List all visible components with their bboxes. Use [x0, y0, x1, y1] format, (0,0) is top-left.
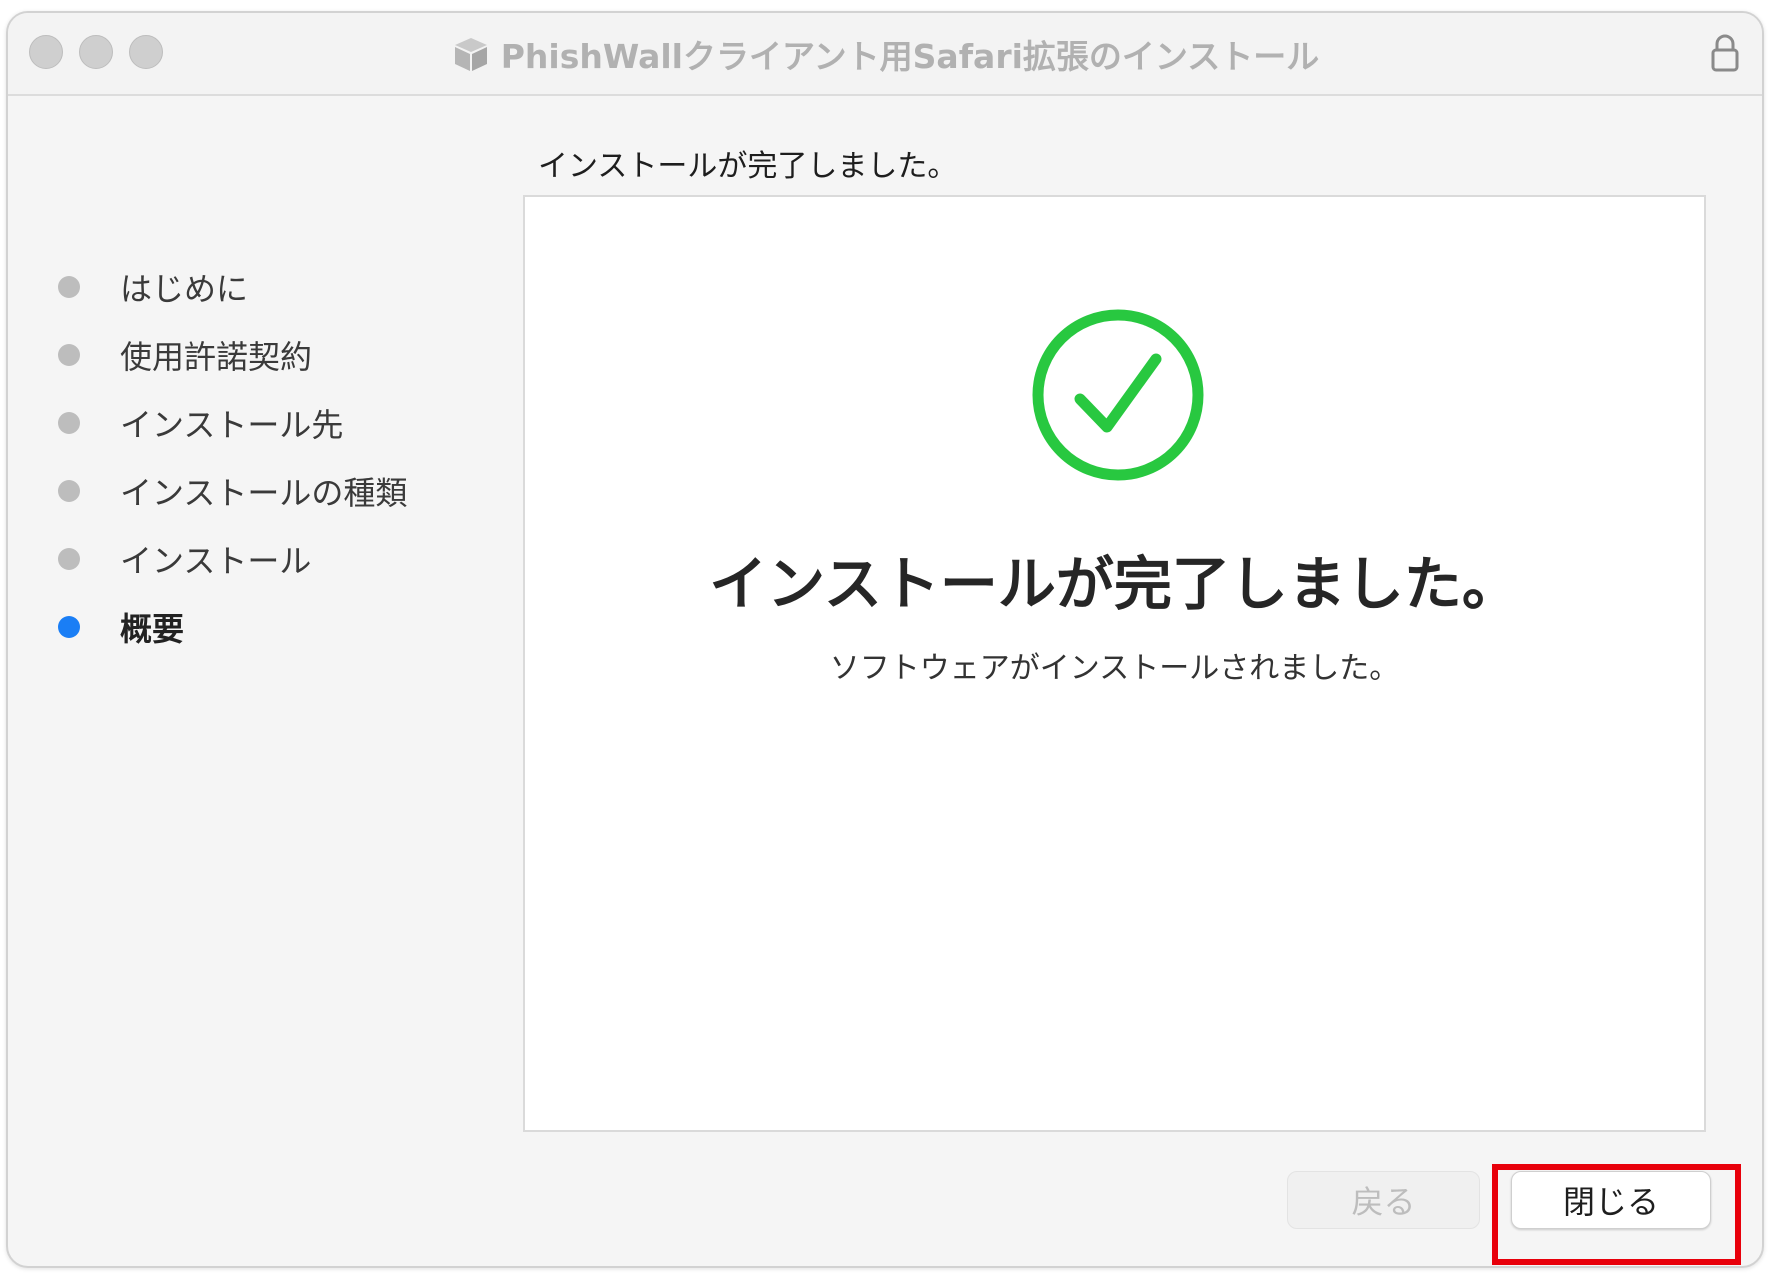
- completion-submessage: ソフトウェアがインストールされました。: [829, 651, 1400, 686]
- step-label: インストール: [120, 542, 312, 580]
- window-title-group: PhishWallクライアント用Safari拡張のインストール: [8, 13, 1762, 94]
- step-dot: [58, 412, 80, 434]
- title-bar: PhishWallクライアント用Safari拡張のインストール: [8, 13, 1762, 96]
- step-dot-active: [58, 616, 80, 638]
- step-label: インストールの種類: [120, 474, 408, 512]
- checkmark-circle-icon: [1032, 309, 1204, 481]
- step-license: 使用許諾契約: [58, 321, 407, 389]
- package-icon: [454, 37, 487, 71]
- step-label: はじめに: [120, 270, 249, 308]
- step-introduction: はじめに: [58, 253, 407, 321]
- step-dot: [58, 344, 80, 366]
- step-dot: [58, 480, 80, 502]
- installer-steps: はじめに 使用許諾契約 インストール先 インストールの種類 インストール 概要: [58, 253, 407, 661]
- step-summary: 概要: [58, 593, 407, 661]
- step-install: インストール: [58, 525, 407, 593]
- completion-message: インストールが完了しました。: [709, 550, 1520, 618]
- step-label: 概要: [120, 610, 185, 648]
- step-dot: [58, 276, 80, 298]
- highlight-box: [1492, 1164, 1741, 1265]
- step-dot: [58, 548, 80, 570]
- step-label: 使用許諾契約: [120, 338, 313, 376]
- step-label: インストール先: [120, 406, 344, 444]
- step-installation-type: インストールの種類: [58, 457, 407, 525]
- window-title: PhishWallクライアント用Safari拡張のインストール: [500, 36, 1320, 76]
- page-heading: インストールが完了しました。: [538, 149, 958, 184]
- installer-window: PhishWallクライアント用Safari拡張のインストール はじめに 使用許…: [6, 11, 1764, 1268]
- step-destination: インストール先: [58, 389, 407, 457]
- back-button[interactable]: 戻る: [1287, 1171, 1480, 1229]
- lock-icon: [1711, 34, 1739, 72]
- content-panel: インストールが完了しました。 ソフトウェアがインストールされました。: [523, 195, 1706, 1132]
